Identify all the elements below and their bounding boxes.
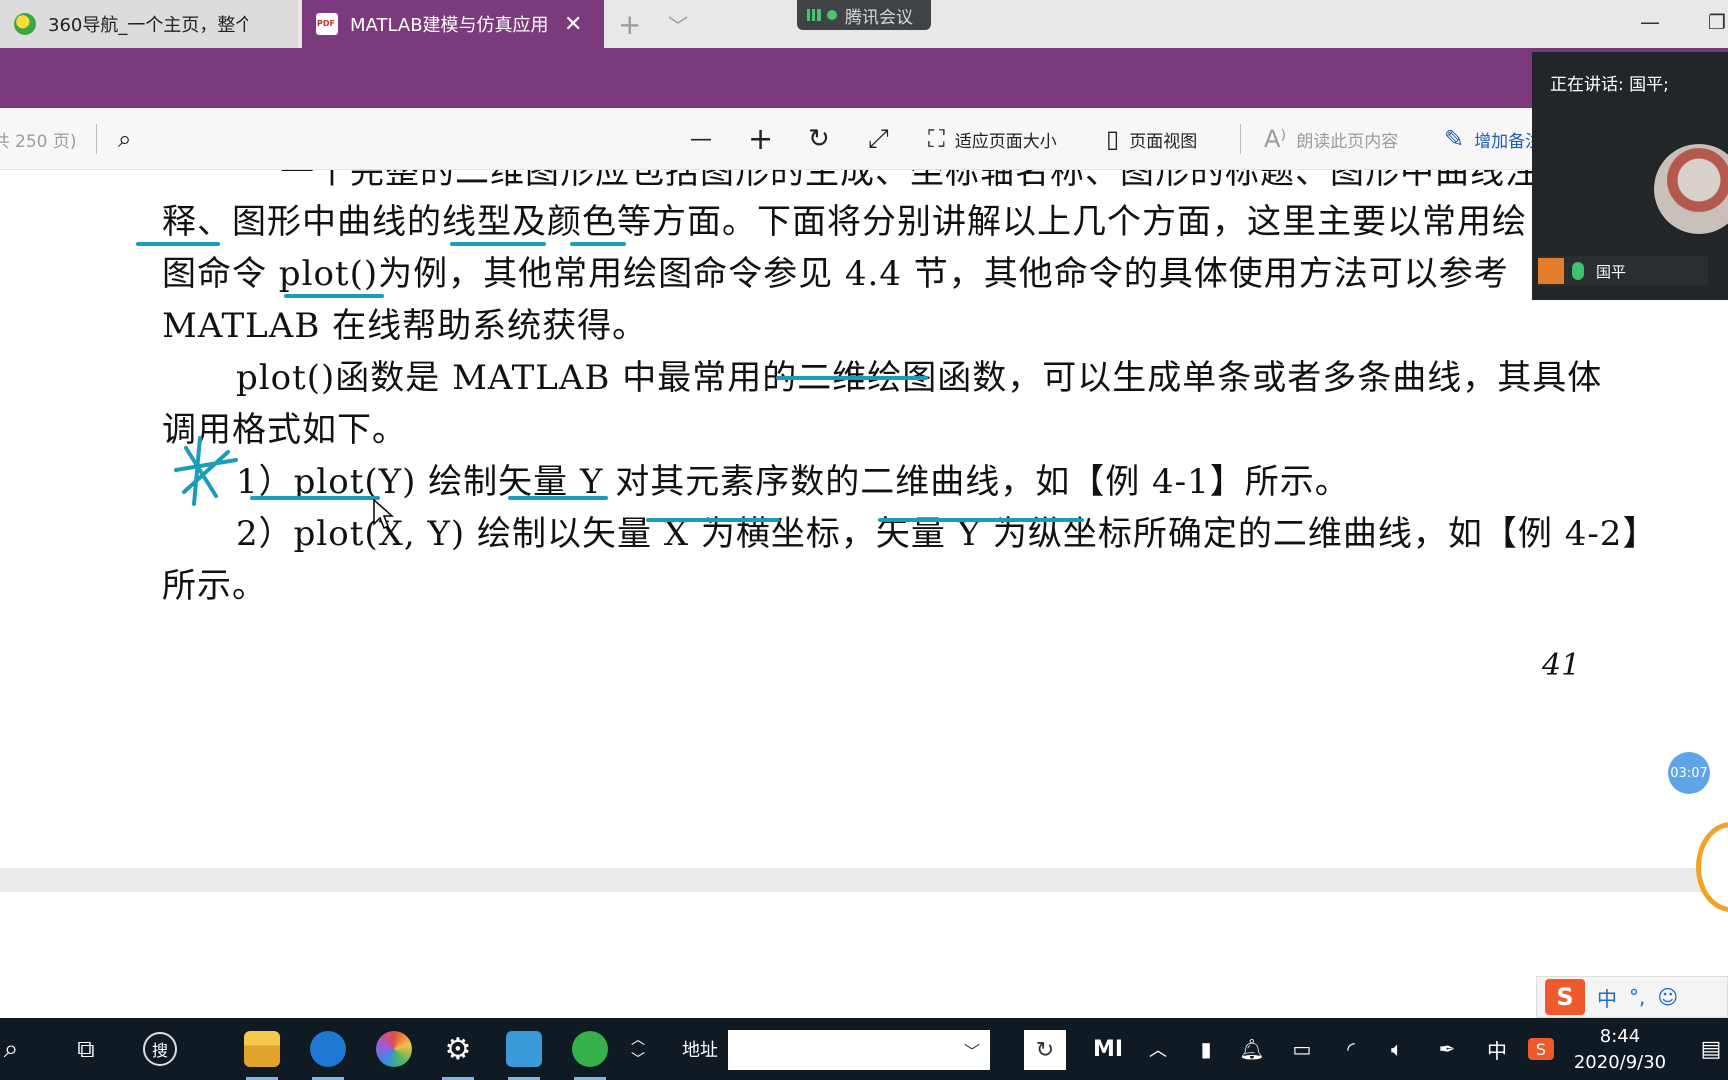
ime-mode[interactable]: 中 (1597, 983, 1617, 1012)
recording-dot-icon (827, 10, 837, 20)
tab-list-button[interactable]: ﹀ (668, 10, 688, 39)
page-view-label: 页面视图 (1129, 131, 1198, 152)
page-count: (共 250 页) (0, 131, 77, 152)
meeting-status-pill[interactable]: 腾讯会议 (797, 0, 931, 30)
avatar (1654, 144, 1728, 234)
sogou-search-icon[interactable]: 搜 (140, 1018, 180, 1080)
restore-window-button[interactable]: ❐ (1708, 10, 1726, 34)
rotate-button[interactable]: ↻ (808, 108, 830, 170)
participant-name: 国平 (1596, 262, 1627, 281)
clock-date: 2020/9/30 (1573, 1052, 1667, 1073)
360-browser-icon[interactable] (568, 1018, 612, 1080)
tray-expand-icon[interactable]: ︿ (1144, 1018, 1172, 1080)
page-gap (0, 868, 1728, 892)
address-input[interactable] (728, 1030, 948, 1068)
tab-360-navigation[interactable]: 360导航_一个主页，整个世界 (0, 0, 298, 48)
control-panel-icon[interactable] (502, 1018, 546, 1080)
zoom-out-button[interactable]: — (690, 108, 712, 170)
bell-icon[interactable]: 🔔︎ (1238, 1018, 1266, 1080)
fit-page-button[interactable]: ⛶ 适应页面大小 (928, 108, 1057, 170)
sogou-tray-icon[interactable]: S (1524, 1018, 1558, 1080)
read-aloud-icon: A⁾ (1264, 125, 1287, 153)
360-nav-icon (14, 13, 36, 35)
pdf-toolbar: (共 250 页) ⌕ — + ↻ ⤢ ⛶ 适应页面大小 ▯ 页面视图 A⁾ 朗… (0, 108, 1728, 170)
microphone-icon[interactable]: ▮ (1192, 1018, 1220, 1080)
battery-icon[interactable]: ▭ (1286, 1018, 1318, 1080)
address-label: 地址 (682, 1040, 718, 1061)
close-tab-icon[interactable]: ✕ (564, 12, 582, 37)
ime-punctuation[interactable]: °, (1629, 985, 1645, 1009)
emoji-icon[interactable]: ☺ (1657, 985, 1678, 1009)
tab-label: 360导航_一个主页，整个世界 (48, 15, 248, 36)
add-note-icon: ✎ (1444, 125, 1465, 153)
clock-time: 8:44 (1599, 1026, 1641, 1047)
meeting-speaker-panel[interactable]: 正在讲话: 国平; 国平 (1532, 52, 1728, 300)
scroll-arrows-icon[interactable]: ︿ ﹀ (626, 1018, 650, 1080)
pdf-header-band: ✎ (0, 48, 1728, 136)
toolbar-divider (96, 124, 97, 154)
person-icon (1538, 258, 1564, 284)
microphone-icon (1572, 262, 1584, 280)
system-clock[interactable]: 8:44 2020/9/30 (1570, 1024, 1670, 1076)
address-field[interactable]: ﹀ (728, 1030, 990, 1070)
mouse-cursor-icon (373, 498, 394, 530)
color-app-icon[interactable] (372, 1018, 416, 1080)
meeting-timer[interactable]: 03:07 (1668, 752, 1710, 794)
pdf-icon (316, 13, 338, 35)
windows-taskbar: ⌕ ⧉ 搜 ⚙ ︿ ﹀ 地址 ﹀ ↻ MI ︿ ▮ 🔔︎ ▭ ◜ 🔈︎ ✒ 中 S… (0, 1018, 1728, 1080)
zoom-in-button[interactable]: + (748, 108, 773, 170)
sogou-icon[interactable]: S (1545, 979, 1585, 1015)
ink-star-mark (174, 436, 238, 506)
file-explorer-icon[interactable] (240, 1018, 284, 1080)
browser-tab-strip: 360导航_一个主页，整个世界 MATLAB建模与仿真应用 ✕ + ﹀ 腾讯会议… (0, 0, 1728, 48)
toolbar-divider (1240, 124, 1241, 154)
settings-gear-icon[interactable]: ⚙ (436, 1018, 480, 1080)
fit-page-icon: ⛶ (928, 125, 945, 153)
chevron-down-icon[interactable]: ﹀ (964, 1038, 980, 1062)
tab-matlab-pdf[interactable]: MATLAB建模与仿真应用 ✕ (302, 0, 604, 48)
ime-toolbar[interactable]: S 中 °, ☺ (1536, 976, 1728, 1018)
language-indicator[interactable]: 中 (1482, 1018, 1512, 1080)
read-aloud-button[interactable]: A⁾ 朗读此页内容 (1264, 108, 1398, 170)
task-view-icon[interactable]: ⧉ (66, 1018, 106, 1080)
tab-label: MATLAB建模与仿真应用 (350, 15, 549, 36)
signal-icon (807, 9, 821, 21)
speaking-indicator: 正在讲话: 国平; (1550, 75, 1669, 95)
wifi-icon[interactable]: ◜ (1336, 1018, 1366, 1080)
edge-browser-icon[interactable] (306, 1018, 350, 1080)
action-center-icon[interactable]: ▤ (1696, 1018, 1726, 1080)
search-icon[interactable]: ⌕ (0, 1018, 28, 1080)
participant-row: 国平 (1538, 256, 1708, 286)
new-tab-button[interactable]: + (618, 8, 641, 41)
meeting-app-name: 腾讯会议 (845, 7, 913, 28)
refresh-icon[interactable]: ↻ (1024, 1030, 1066, 1070)
fullscreen-button[interactable]: ⤢ (868, 108, 889, 170)
page-view-button[interactable]: ▯ 页面视图 (1106, 108, 1197, 170)
pen-icon[interactable]: ✒ (1432, 1018, 1462, 1080)
fit-page-label: 适应页面大小 (954, 131, 1057, 152)
minimize-window-button[interactable]: — (1640, 10, 1660, 34)
read-aloud-label: 朗读此页内容 (1296, 131, 1399, 152)
add-note-button[interactable]: ✎ 增加备注 (1444, 108, 1542, 170)
xiaomi-icon[interactable]: MI (1088, 1018, 1128, 1080)
pdf-page: 一个完整的二维图形应包括图形的生成、坐标轴名称、图形的标题、图形中曲线注 释、图… (0, 170, 1728, 870)
search-icon[interactable]: ⌕ (118, 108, 131, 170)
volume-icon[interactable]: 🔈︎ (1382, 1018, 1412, 1080)
page-view-icon: ▯ (1106, 125, 1120, 153)
